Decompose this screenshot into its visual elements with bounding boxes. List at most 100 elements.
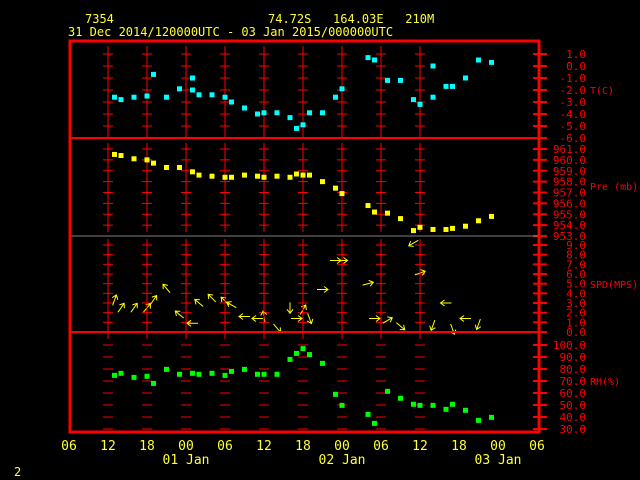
wind-arrow — [382, 316, 393, 324]
rh-point — [209, 370, 215, 376]
rh-point — [339, 402, 345, 408]
temperature-point — [209, 92, 215, 98]
pressure-point — [307, 172, 312, 178]
pressure-point — [320, 179, 325, 185]
pressure-point — [398, 216, 403, 222]
rh-point — [430, 402, 436, 408]
rh-point — [255, 371, 260, 377]
rh-point — [417, 402, 423, 408]
x-tick-label: 12 — [100, 439, 116, 454]
pressure-point — [339, 191, 345, 197]
temperature-point — [307, 110, 312, 116]
rh-point — [489, 414, 494, 420]
wind-arrow — [286, 302, 294, 315]
x-tick-label: 06 — [373, 439, 389, 454]
temperature-point — [320, 110, 325, 116]
rh-point — [294, 350, 299, 356]
pressure-point — [196, 172, 202, 178]
rh-point — [222, 372, 228, 378]
temperature-point — [365, 55, 371, 61]
rh-point — [463, 407, 468, 413]
rh-point — [144, 373, 150, 379]
wind-arrow — [186, 319, 198, 327]
temperature-point — [294, 125, 299, 131]
rh-point — [151, 380, 156, 386]
rh-point — [164, 366, 169, 372]
x-tick-label: 18 — [451, 439, 467, 454]
temperature-point — [164, 94, 169, 100]
pressure-point — [294, 171, 299, 177]
pressure-point — [450, 225, 455, 231]
rh-point — [177, 371, 182, 377]
pressure-point — [333, 185, 338, 191]
wind-arrow — [317, 286, 329, 293]
pressure-point — [112, 151, 117, 157]
rh-point — [196, 371, 202, 377]
temperature-point — [190, 87, 195, 93]
rh-point — [450, 401, 455, 407]
temperature-point — [463, 75, 468, 81]
x-tick-label: 06 — [61, 439, 77, 454]
wind-arrow — [226, 301, 237, 309]
rh-point — [365, 411, 371, 417]
pressure-point — [242, 172, 247, 178]
temperature-point — [255, 111, 260, 117]
meteogram: 1.00.0-1.0-2.0-3.0-4.0-5.0-6.0T(C)961.09… — [61, 39, 638, 468]
pressure-point — [365, 203, 371, 209]
wind-arrow — [117, 302, 125, 313]
pressure-point — [463, 223, 468, 229]
temperature-point — [372, 57, 377, 63]
pressure-point — [372, 209, 377, 215]
temperature-point — [196, 92, 202, 98]
temperature-point — [177, 86, 182, 92]
temperature-point — [333, 94, 338, 100]
temperature-point — [385, 77, 390, 83]
rh-point — [385, 388, 390, 394]
rh-point — [131, 374, 137, 380]
rh-point — [274, 371, 280, 377]
temperature-point — [398, 77, 403, 83]
wind-arrow — [130, 302, 138, 313]
wind-arrow — [429, 319, 436, 332]
pressure-point — [489, 213, 494, 219]
pressure-point — [274, 173, 280, 179]
rh-point — [443, 406, 449, 412]
pressure-point — [417, 224, 423, 230]
pressure-point — [190, 169, 195, 175]
rh-point — [261, 371, 267, 377]
rh-point — [333, 391, 338, 397]
temperature-point — [430, 63, 436, 69]
temperature-point — [151, 71, 156, 77]
temperature-point — [300, 122, 306, 128]
pressure-point — [411, 228, 416, 234]
pressure-point — [177, 164, 182, 170]
pressure-point — [385, 210, 390, 216]
temperature-point — [261, 110, 267, 116]
wind-arrow — [439, 299, 452, 307]
temperature-point — [489, 59, 494, 65]
temperature-point — [274, 110, 280, 116]
temperature-point — [339, 86, 345, 92]
pressure-point — [261, 174, 267, 180]
wind-arrow — [162, 283, 171, 294]
panel-title-temperature: T(C) — [590, 86, 614, 97]
temperature-point — [190, 75, 195, 81]
temperature-point — [430, 94, 436, 100]
x-tick-label: 12 — [412, 439, 428, 454]
pressure-point — [430, 226, 436, 232]
x-date-label: 01 Jan — [163, 453, 210, 468]
x-tick-label: 12 — [256, 439, 272, 454]
rh-point — [112, 372, 117, 378]
wind-arrow — [306, 313, 314, 325]
pressure-point — [255, 173, 260, 179]
wind-arrow — [238, 313, 250, 320]
temperature-point — [242, 105, 247, 111]
x-tick-label: 18 — [295, 439, 311, 454]
pressure-point — [118, 153, 124, 159]
temperature-point — [144, 93, 150, 99]
x-date-label: 03 Jan — [475, 453, 522, 468]
temperature-point — [443, 83, 449, 89]
temperature-point — [222, 94, 228, 100]
rh-point — [118, 370, 124, 376]
temperature-point — [229, 99, 234, 105]
